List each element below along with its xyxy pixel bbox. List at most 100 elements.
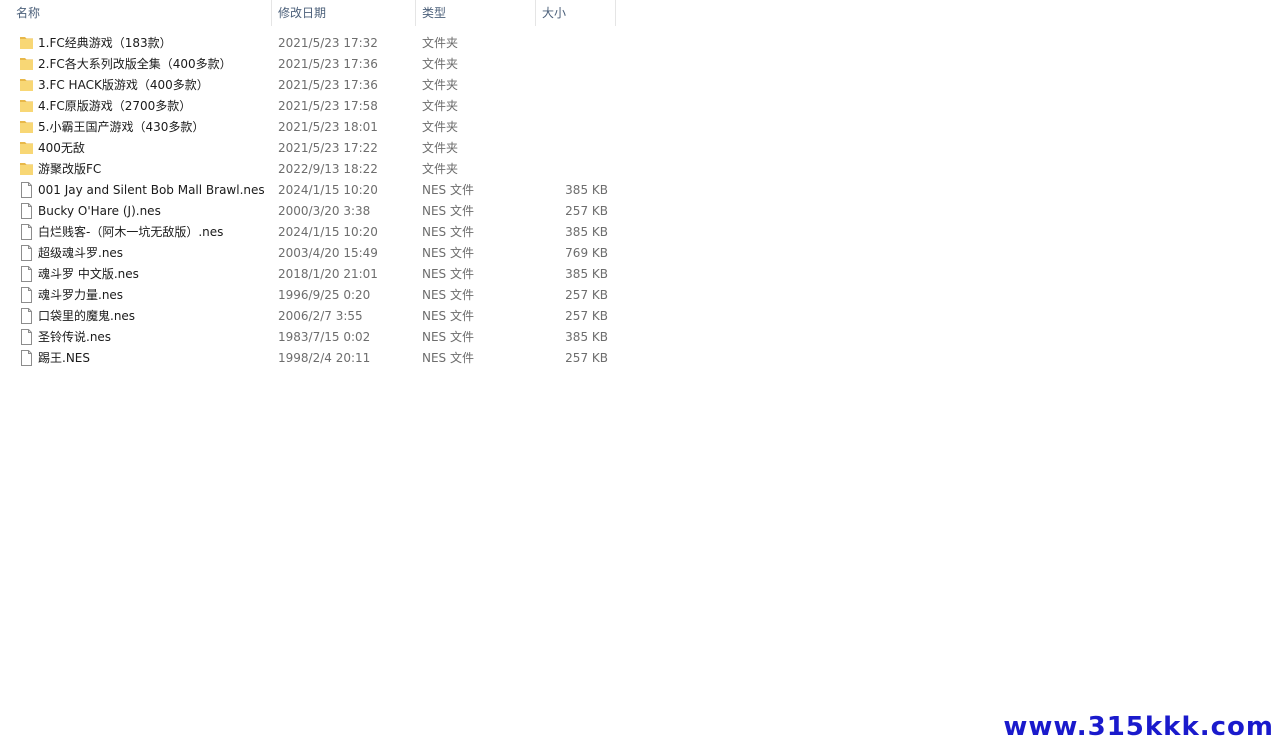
cell-date: 2024/1/15 10:20 — [278, 225, 378, 239]
cell-type: 文件夹 — [422, 78, 459, 92]
file-row[interactable]: 白烂贱客-（阿木一坑无敌版）.nes 2024/1/15 10:20 NES 文件 3… — [0, 222, 616, 243]
column-header-date-label: 修改日期 — [278, 6, 327, 20]
file-icon — [19, 350, 34, 366]
cell-name: 踢王.NES — [38, 351, 90, 365]
file-row[interactable]: 圣铃传说.nes 1983/7/15 0:02 NES 文件 385 KB — [0, 327, 616, 348]
cell-name: 3.FC HACK版游戏（400多款） — [38, 78, 209, 92]
cell-size: 257 KB — [565, 309, 608, 323]
watermark: www.315kkk.com — [1003, 712, 1274, 742]
cell-date: 2021/5/23 17:58 — [278, 99, 378, 113]
column-header-row: 名称 ^ 修改日期 类型 大小 — [0, 0, 616, 26]
cell-name: 超级魂斗罗.nes — [38, 246, 124, 260]
cell-name: 4.FC原版游戏（2700多款） — [38, 99, 192, 113]
folder-row[interactable]: 4.FC原版游戏（2700多款） 2021/5/23 17:58 文件夹 — [0, 96, 616, 117]
folder-icon — [19, 56, 34, 72]
folder-row[interactable]: 游聚改版FC 2022/9/13 18:22 文件夹 — [0, 159, 616, 180]
cell-type: NES 文件 — [422, 183, 474, 197]
folder-icon — [19, 119, 34, 135]
column-header-name[interactable]: 名称 ^ — [10, 0, 272, 26]
file-list: 1.FC经典游戏（183款） 2021/5/23 17:32 文件夹 2.FC各大系列… — [0, 33, 616, 369]
cell-date: 2021/5/23 17:22 — [278, 141, 378, 155]
cell-name: 400无敌 — [38, 141, 85, 155]
file-row[interactable]: 超级魂斗罗.nes 2003/4/20 15:49 NES 文件 769 KB — [0, 243, 616, 264]
cell-size: 385 KB — [565, 330, 608, 344]
cell-type: NES 文件 — [422, 330, 474, 344]
folder-row[interactable]: 2.FC各大系列改版全集（400多款） 2021/5/23 17:36 文件夹 — [0, 54, 616, 75]
file-icon — [19, 329, 34, 345]
file-row[interactable]: 踢王.NES 1998/2/4 20:11 NES 文件 257 KB — [0, 348, 616, 369]
file-icon — [19, 245, 34, 261]
file-icon — [19, 182, 34, 198]
cell-type: NES 文件 — [422, 204, 474, 218]
folder-icon — [19, 98, 34, 114]
cell-size: 385 KB — [565, 183, 608, 197]
cell-name: Bucky O'Hare (J).nes — [38, 204, 161, 218]
file-icon — [19, 308, 34, 324]
file-row[interactable]: Bucky O'Hare (J).nes 2000/3/20 3:38 NES 文件… — [0, 201, 616, 222]
cell-date: 1996/9/25 0:20 — [278, 288, 371, 302]
cell-name: 魂斗罗力量.nes — [38, 288, 124, 302]
cell-size: 385 KB — [565, 267, 608, 281]
cell-date: 2003/4/20 15:49 — [278, 246, 378, 260]
file-icon — [19, 287, 34, 303]
folder-icon — [19, 35, 34, 51]
cell-size: 769 KB — [565, 246, 608, 260]
folder-icon — [19, 140, 34, 156]
cell-name: 口袋里的魔鬼.nes — [38, 309, 136, 323]
cell-size: 257 KB — [565, 288, 608, 302]
cell-size: 257 KB — [565, 204, 608, 218]
cell-type: NES 文件 — [422, 267, 474, 281]
sort-ascending-icon: ^ — [145, 0, 153, 7]
cell-date: 1998/2/4 20:11 — [278, 351, 371, 365]
file-row[interactable]: 魂斗罗力量.nes 1996/9/25 0:20 NES 文件 257 KB — [0, 285, 616, 306]
file-icon — [19, 203, 34, 219]
file-icon — [19, 224, 34, 240]
cell-date: 2024/1/15 10:20 — [278, 183, 378, 197]
cell-name: 游聚改版FC — [38, 162, 102, 176]
column-header-name-label: 名称 — [16, 6, 41, 20]
cell-date: 2000/3/20 3:38 — [278, 204, 371, 218]
column-header-size[interactable]: 大小 — [536, 0, 616, 26]
cell-type: 文件夹 — [422, 162, 459, 176]
file-row[interactable]: 001 Jay and Silent Bob Mall Brawl.nes 202… — [0, 180, 616, 201]
cell-type: 文件夹 — [422, 99, 459, 113]
cell-date: 1983/7/15 0:02 — [278, 330, 371, 344]
folder-icon — [19, 77, 34, 93]
cell-size: 257 KB — [565, 351, 608, 365]
folder-icon — [19, 161, 34, 177]
cell-date: 2021/5/23 17:36 — [278, 78, 378, 92]
folder-row[interactable]: 3.FC HACK版游戏（400多款） 2021/5/23 17:36 文件夹 — [0, 75, 616, 96]
cell-date: 2021/5/23 17:36 — [278, 57, 378, 71]
column-header-size-label: 大小 — [542, 6, 567, 20]
folder-row[interactable]: 5.小霸王国产游戏（430多款） 2021/5/23 18:01 文件夹 — [0, 117, 616, 138]
cell-type: 文件夹 — [422, 36, 459, 50]
column-header-type-label: 类型 — [422, 6, 447, 20]
cell-name: 001 Jay and Silent Bob Mall Brawl.nes — [38, 183, 265, 197]
column-header-date[interactable]: 修改日期 — [272, 0, 416, 26]
cell-type: 文件夹 — [422, 120, 459, 134]
file-explorer: 名称 ^ 修改日期 类型 大小 1.FC经典游戏（183款） 2021/5/23 … — [0, 0, 1280, 744]
cell-type: NES 文件 — [422, 225, 474, 239]
cell-name: 白烂贱客-（阿木一坑无敌版）.nes — [38, 225, 224, 239]
cell-date: 2021/5/23 18:01 — [278, 120, 378, 134]
cell-date: 2021/5/23 17:32 — [278, 36, 378, 50]
folder-row[interactable]: 1.FC经典游戏（183款） 2021/5/23 17:32 文件夹 — [0, 33, 616, 54]
cell-name: 2.FC各大系列改版全集（400多款） — [38, 57, 232, 71]
file-row[interactable]: 口袋里的魔鬼.nes 2006/2/7 3:55 NES 文件 257 KB — [0, 306, 616, 327]
cell-type: 文件夹 — [422, 57, 459, 71]
cell-name: 5.小霸王国产游戏（430多款） — [38, 120, 205, 134]
file-row[interactable]: 魂斗罗 中文版.nes 2018/1/20 21:01 NES 文件 385 KB — [0, 264, 616, 285]
cell-date: 2006/2/7 3:55 — [278, 309, 363, 323]
cell-date: 2018/1/20 21:01 — [278, 267, 378, 281]
cell-type: NES 文件 — [422, 309, 474, 323]
cell-type: NES 文件 — [422, 246, 474, 260]
cell-name: 1.FC经典游戏（183款） — [38, 36, 172, 50]
cell-type: NES 文件 — [422, 288, 474, 302]
file-icon — [19, 266, 34, 282]
cell-type: 文件夹 — [422, 141, 459, 155]
folder-row[interactable]: 400无敌 2021/5/23 17:22 文件夹 — [0, 138, 616, 159]
cell-name: 魂斗罗 中文版.nes — [38, 267, 139, 281]
cell-name: 圣铃传说.nes — [38, 330, 112, 344]
cell-date: 2022/9/13 18:22 — [278, 162, 378, 176]
column-header-type[interactable]: 类型 — [416, 0, 536, 26]
